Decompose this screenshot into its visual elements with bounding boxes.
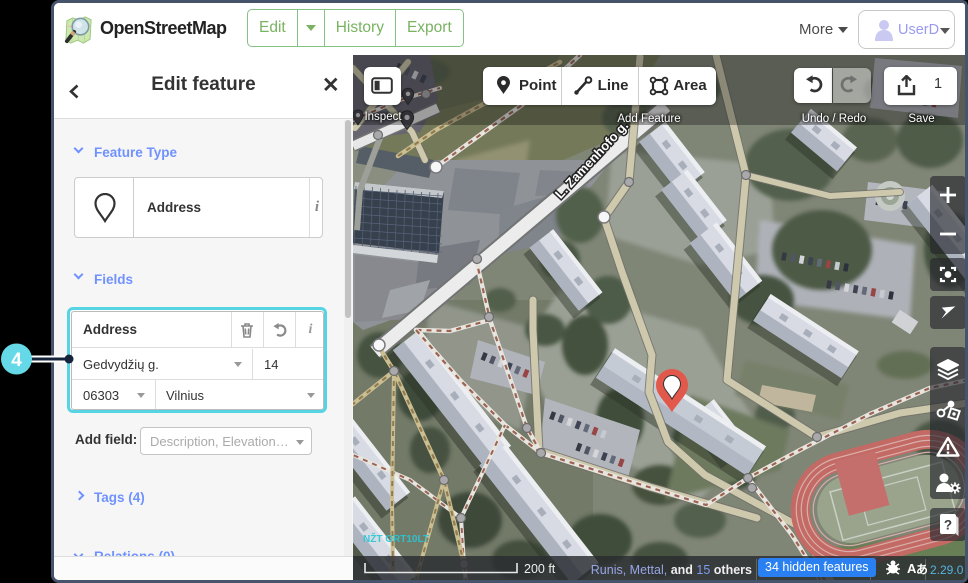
svg-text:?: ? — [944, 518, 952, 533]
svg-text:4: 4 — [11, 350, 22, 371]
svg-text:あ: あ — [916, 563, 927, 577]
